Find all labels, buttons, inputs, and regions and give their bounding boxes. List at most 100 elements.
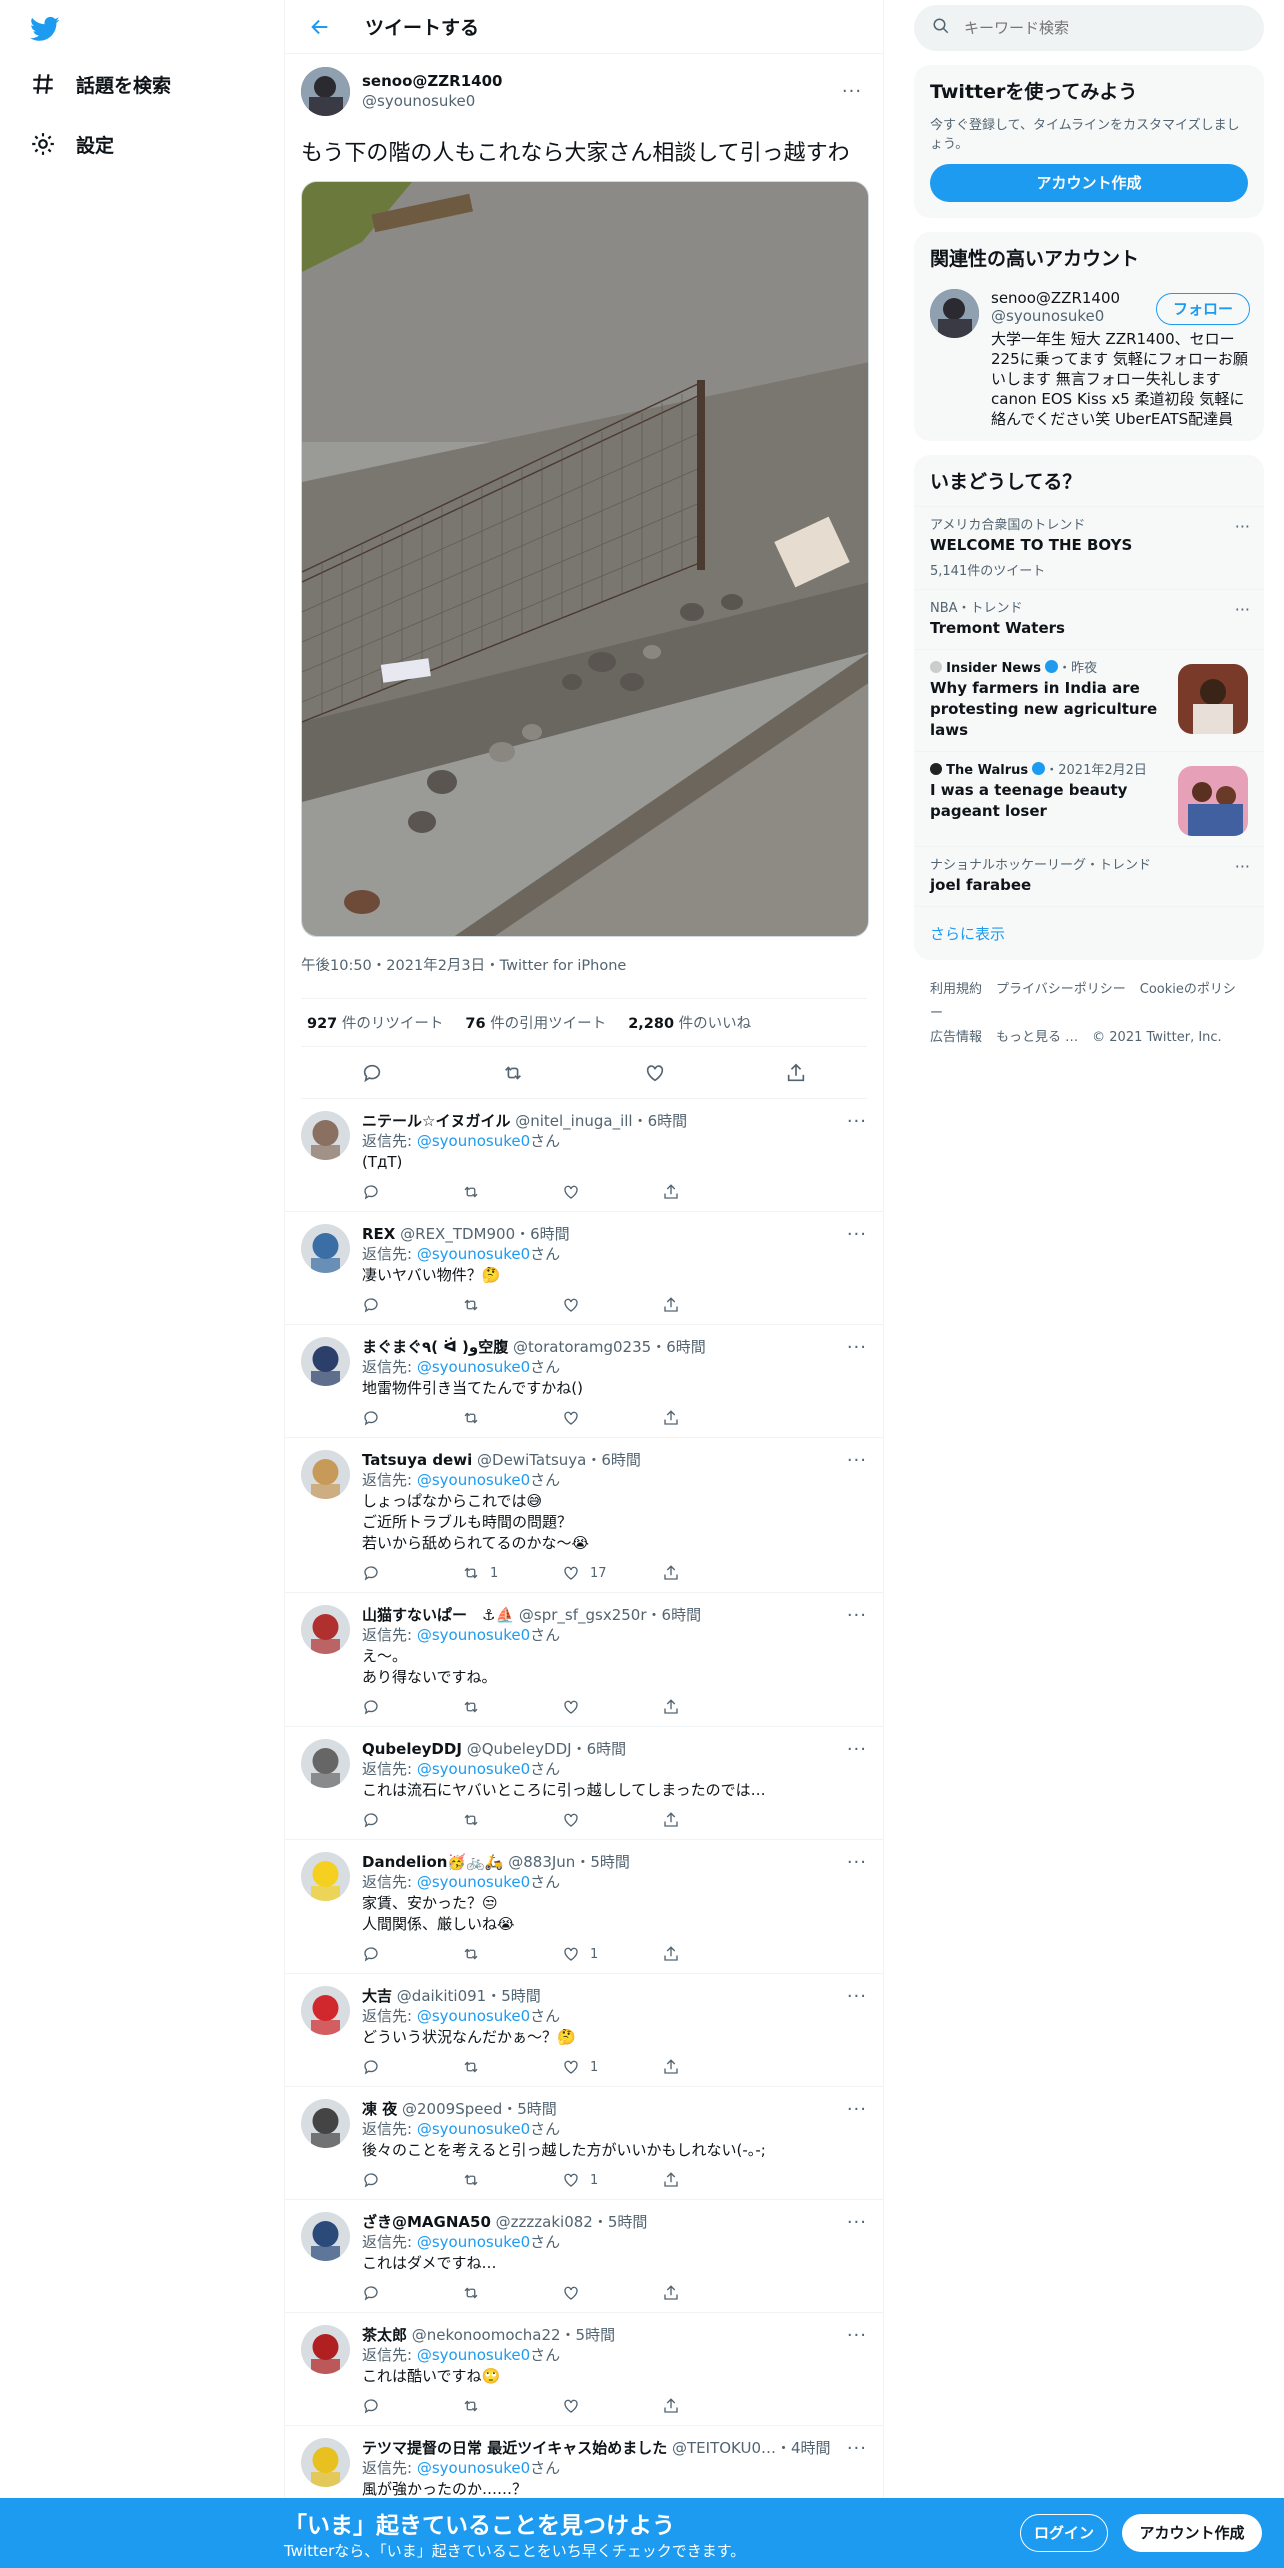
reply-to-link[interactable]: @syounosuke0 (417, 2120, 530, 2138)
more-icon[interactable]: ··· (847, 1852, 867, 1873)
more-icon[interactable]: ··· (847, 1450, 867, 1471)
reply-time[interactable]: ・6時間 (651, 1338, 706, 1356)
avatar[interactable] (301, 2099, 350, 2148)
reply-tweet[interactable]: ··· 茶太郎 @nekonoomocha22・5時間 返信先: @syounosu… (285, 2313, 883, 2426)
like-icon[interactable] (562, 1296, 662, 1314)
share-icon[interactable] (662, 1564, 762, 1582)
reply-tweet[interactable]: ··· ざき@MAGNA50 @zzzzaki082・5時間 返信先: @syoun… (285, 2200, 883, 2313)
like-icon[interactable] (562, 1409, 662, 1427)
like-icon[interactable] (562, 2284, 662, 2302)
more-icon[interactable]: ··· (1235, 517, 1250, 536)
reply-author-name[interactable]: Dandelion🥳🚲🛵 (362, 1853, 503, 1871)
like-icon[interactable]: 1 (562, 2171, 662, 2189)
more-icon[interactable]: ··· (847, 2212, 867, 2233)
avatar[interactable] (301, 1111, 350, 1160)
share-icon[interactable] (662, 2058, 762, 2076)
like-icon[interactable] (562, 1698, 662, 1716)
reply-to-link[interactable]: @syounosuke0 (417, 2346, 530, 2364)
reply-author-name[interactable]: 茶太郎 (362, 2326, 407, 2344)
reply-icon[interactable] (362, 1183, 462, 1201)
nav-explore[interactable]: 話題を検索 (28, 64, 171, 104)
retweet-icon[interactable] (462, 1698, 562, 1716)
avatar[interactable] (930, 289, 979, 338)
retweet-icon[interactable] (462, 2397, 562, 2415)
retweet-icon[interactable] (462, 1409, 562, 1427)
trend-item[interactable]: NBA・トレンド Tremont Waters ··· (914, 589, 1264, 649)
bottom-signup-button[interactable]: アカウント作成 (1122, 2514, 1262, 2552)
reply-tweet[interactable]: ··· 凍 夜 @2009Speed・5時間 返信先: @syounosuke0さん… (285, 2087, 883, 2200)
related-account[interactable]: senoo@ZZR1400 @syounosuke0 大学一年生 短大 ZZR1… (914, 283, 1264, 441)
reply-author-handle[interactable]: @REX_TDM900 (400, 1225, 515, 1243)
footer-link[interactable]: 利用規約 (930, 982, 982, 997)
footer-link[interactable]: プライバシーポリシー (996, 982, 1126, 997)
reply-time[interactable]: ・5時間 (593, 2213, 648, 2231)
reply-tweet[interactable]: ··· Tatsuya dewi @DewiTatsuya・6時間 返信先: @sy… (285, 1438, 883, 1593)
reply-author-name[interactable]: 山猫すないぱー ⚓⛵ (362, 1606, 514, 1624)
search-input[interactable] (964, 19, 1214, 37)
share-icon[interactable] (662, 2171, 762, 2189)
share-icon[interactable] (662, 1945, 762, 1963)
reply-time[interactable]: ・5時間 (575, 1853, 630, 1871)
reply-icon[interactable] (362, 1409, 462, 1427)
reply-author-handle[interactable]: @2009Speed (402, 2100, 502, 2118)
avatar[interactable] (301, 2212, 350, 2261)
more-icon[interactable]: ··· (837, 81, 867, 102)
footer-link[interactable]: 広告情報 (930, 1030, 982, 1045)
reply-to-link[interactable]: @syounosuke0 (417, 2007, 530, 2025)
back-arrow-icon[interactable] (303, 10, 337, 44)
news-item[interactable]: Insider News ・昨夜 Why farmers in India ar… (914, 649, 1264, 751)
share-icon[interactable] (662, 1698, 762, 1716)
more-icon[interactable]: ··· (847, 1605, 867, 1626)
reply-time[interactable]: ・6時間 (647, 1606, 702, 1624)
share-icon[interactable] (662, 2397, 762, 2415)
share-icon[interactable] (662, 1409, 762, 1427)
follow-button[interactable]: フォロー (1155, 293, 1250, 325)
author-handle[interactable]: @syounosuke0 (362, 92, 502, 110)
retweet-icon[interactable] (462, 1183, 562, 1201)
reply-author-name[interactable]: Tatsuya dewi (362, 1451, 472, 1469)
reply-author-name[interactable]: ニテール☆イヌガイル (362, 1112, 510, 1130)
reply-time[interactable]: ・5時間 (502, 2100, 557, 2118)
retweet-icon[interactable] (462, 2284, 562, 2302)
reply-icon[interactable] (362, 2171, 462, 2189)
retweet-icon[interactable] (502, 1062, 524, 1084)
footer-link[interactable]: もっと見る … (996, 1030, 1078, 1045)
likes-stat[interactable]: 2,280 件のいいね (628, 1012, 751, 1033)
share-icon[interactable] (662, 1183, 762, 1201)
reply-author-handle[interactable]: @DewiTatsuya (477, 1451, 586, 1469)
like-icon[interactable] (562, 1183, 662, 1201)
reply-author-handle[interactable]: @spr_sf_gsx250r (519, 1606, 647, 1624)
more-icon[interactable]: ··· (847, 1111, 867, 1132)
avatar[interactable] (301, 66, 350, 116)
reply-author-handle[interactable]: @QubeleyDDJ (467, 1740, 572, 1758)
show-more-link[interactable]: さらに表示 (914, 906, 1264, 960)
retweet-icon[interactable]: 1 (462, 1564, 562, 1582)
more-icon[interactable]: ··· (847, 2099, 867, 2120)
share-icon[interactable] (662, 1811, 762, 1829)
reply-to-link[interactable]: @syounosuke0 (417, 1132, 530, 1150)
retweet-icon[interactable] (462, 1296, 562, 1314)
reply-author-handle[interactable]: @nitel_inuga_ill (515, 1112, 632, 1130)
more-icon[interactable]: ··· (847, 2438, 867, 2459)
reply-to-link[interactable]: @syounosuke0 (417, 1358, 530, 1376)
reply-time[interactable]: ・6時間 (572, 1740, 627, 1758)
reply-time[interactable]: ・6時間 (586, 1451, 641, 1469)
more-icon[interactable]: ··· (847, 1739, 867, 1760)
search-bar[interactable] (914, 5, 1264, 51)
more-icon[interactable]: ··· (847, 1986, 867, 2007)
retweets-stat[interactable]: 927 件のリツイート (307, 1012, 443, 1033)
trend-item[interactable]: アメリカ合衆国のトレンド WELCOME TO THE BOYS 5,141件の… (914, 506, 1264, 589)
login-button[interactable]: ログイン (1020, 2514, 1108, 2552)
share-icon[interactable] (662, 1296, 762, 1314)
reply-author-name[interactable]: ざき@MAGNA50 (362, 2213, 491, 2231)
reply-icon[interactable] (361, 1062, 383, 1084)
reply-author-handle[interactable]: @TEITOKU0… (672, 2439, 776, 2457)
avatar[interactable] (301, 1450, 350, 1499)
like-icon[interactable]: 17 (562, 1564, 662, 1582)
reply-tweet[interactable]: ··· 大吉 @daikiti091・5時間 返信先: @syounosuke0さん… (285, 1974, 883, 2087)
twitter-logo-icon[interactable] (28, 14, 62, 44)
reply-to-link[interactable]: @syounosuke0 (417, 1245, 530, 1263)
reply-time[interactable]: ・4時間 (776, 2439, 831, 2457)
reply-tweet[interactable]: ··· ニテール☆イヌガイル @nitel_inuga_ill・6時間 返信先: @… (285, 1099, 883, 1212)
avatar[interactable] (301, 2325, 350, 2374)
